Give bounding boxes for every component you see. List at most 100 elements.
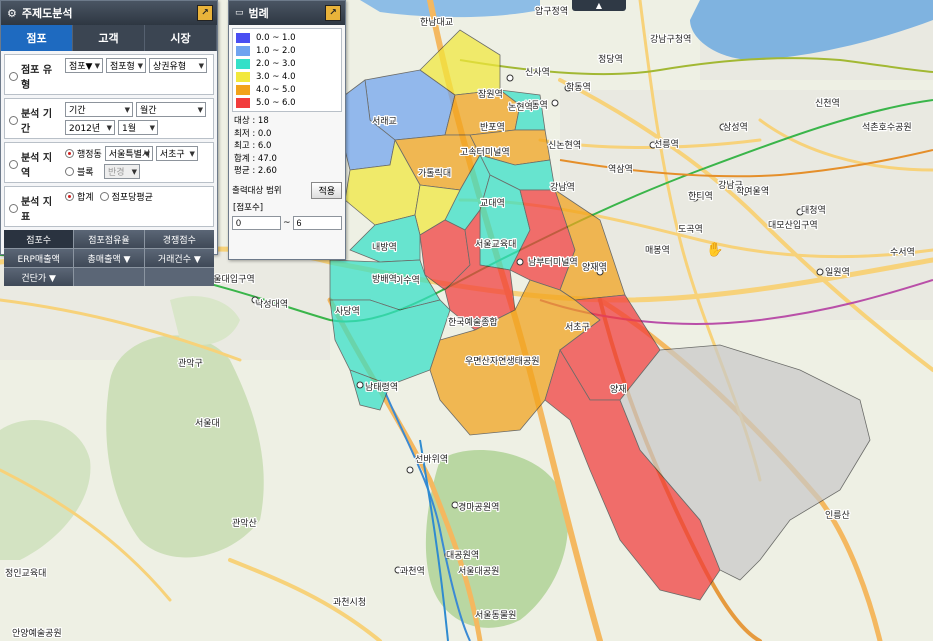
gear-icon: ⚙ (7, 6, 17, 20)
radio-admin-dong[interactable]: 행정동 (65, 146, 102, 161)
map-label: 가톨릭대 (418, 167, 451, 179)
radio-dot (99, 192, 109, 201)
map-label: 과천역 (400, 566, 425, 577)
map-label: 남부터미널역 (528, 257, 578, 268)
map-label: 교대역 (480, 198, 505, 209)
radio-sum[interactable]: 합계 (65, 190, 94, 203)
map-label: 고속터미널역 (460, 147, 510, 158)
map-label: 선바위역 (415, 454, 448, 465)
map-label: 강남구청역 (650, 34, 691, 45)
map-label: 선릉역 (654, 139, 679, 150)
metric-transactions-button[interactable]: 거래건수 ▼ (144, 249, 214, 267)
map-label: 대청역 (801, 205, 826, 216)
map-label: 한국예술종합 (448, 317, 498, 328)
radio-per-store-avg[interactable]: 점포당평균 (99, 190, 153, 203)
map-label: 논현역 (508, 102, 533, 113)
legend-items: 0.0 ~ 1.0 1.0 ~ 2.0 2.0 ~ 3.0 3.0 ~ 4.0 … (232, 28, 342, 112)
map-label: 학동역 (566, 82, 591, 93)
map-top-toggle[interactable]: ▲ (572, 0, 626, 11)
bullet-icon (9, 115, 18, 125)
metric-competitor-button[interactable]: 경쟁점수 (144, 230, 214, 248)
map-label: 우면산자연생태공원 (465, 356, 540, 367)
legend-swatch (236, 71, 250, 82)
radius-select: 반경 (104, 164, 140, 179)
month-select[interactable]: 1월 (118, 120, 158, 135)
range-label: 출력대상 범위 (232, 186, 282, 196)
radio-dot-selected (65, 192, 74, 201)
legend-item: 0.0 ~ 1.0 (236, 31, 338, 44)
map-label: 과천시청 (333, 597, 366, 608)
period-type-select[interactable]: 기간 (65, 102, 133, 117)
period-unit-select[interactable]: 월간 (136, 102, 206, 117)
area-section: 분석 지역 행정동 서울특별시 서초구 블록 반경 (4, 142, 214, 183)
store-type-section: 점포 유형 점포▼ 점포형 상권유형 (4, 54, 214, 95)
metric-total-sales-button[interactable]: 총매출액 ▼ (74, 249, 144, 267)
panel-tabs: 점포 고객 시장 (1, 25, 217, 51)
map-label: 도곡역 (678, 224, 703, 235)
map-label: 안양예술공원 (12, 628, 62, 639)
legend-range: 1.0 ~ 2.0 (256, 45, 296, 56)
hand-cursor-icon: ✋ (706, 242, 724, 258)
map-label: 석촌호수공원 (862, 122, 912, 133)
year-select[interactable]: 2012년 (65, 120, 115, 135)
panel-header: ⚙ 주제도분석 ↗ (1, 1, 217, 25)
pin-icon[interactable]: ↗ (197, 5, 213, 21)
legend-icon: ▭ (235, 8, 244, 18)
city-select[interactable]: 서울특별시 (104, 146, 153, 161)
metric-store-count-button[interactable]: 점포수 (4, 230, 74, 248)
legend-range: 2.0 ~ 3.0 (256, 58, 296, 69)
range-header: 출력대상 범위 적용 (232, 181, 342, 199)
map-label: 양재 (610, 384, 627, 395)
thematic-analysis-panel: ⚙ 주제도분석 ↗ 점포 고객 시장 점포 유형 점포▼ 점포형 상권유형 분석… (0, 0, 218, 286)
map-label: 삼성역 (723, 122, 748, 133)
map-label: 신천역 (815, 98, 840, 109)
radio-admin-dong-label: 행정동 (77, 150, 102, 160)
panel-title: 주제도분석 (21, 7, 73, 20)
legend-panel: ▭ 범례 ↗ 0.0 ~ 1.0 1.0 ~ 2.0 2.0 ~ 3.0 3.0… (228, 0, 346, 260)
metric-erp-sales-button[interactable]: ERP매출액 (4, 249, 74, 267)
legend-swatch (236, 97, 250, 108)
period-section: 분석 기간 기간 월간 2012년 1월 (4, 98, 214, 139)
range-min-input[interactable] (232, 215, 281, 230)
map-label: 반포역 (480, 122, 505, 133)
store-type-label: 점포 유형 (20, 65, 53, 91)
metric-label: 분석 지표 (20, 197, 53, 223)
bullet-icon (9, 159, 18, 169)
pin-icon[interactable]: ↗ (325, 5, 341, 21)
radio-block[interactable]: 블록 (65, 164, 101, 179)
radio-block-label: 블록 (77, 168, 94, 178)
metric-store-share-button[interactable]: 점포점유율 (74, 230, 144, 248)
map-label: 관악구 (178, 357, 203, 369)
radio-dot-selected (65, 149, 74, 158)
range-max-input[interactable] (292, 215, 342, 230)
map-label: 잠원역 (478, 89, 503, 100)
map-label: 서울교육대 (475, 239, 516, 250)
store-type-select-2[interactable]: 점포형 (106, 58, 146, 73)
metric-button-grid: 점포수 점포점유율 경쟁점수 ERP매출액 총매출액 ▼ 거래건수 ▼ 건단가 … (4, 230, 214, 286)
map-label: 정당역 (598, 54, 623, 65)
apply-button[interactable]: 적용 (311, 181, 342, 199)
district-select[interactable]: 서초구 (155, 146, 198, 161)
stat-count: 대상 : 18 (234, 116, 269, 126)
store-type-select-1[interactable]: 점포▼ (65, 58, 103, 73)
map-label: 방배역 (372, 274, 397, 285)
range-tilde: ~ (283, 217, 291, 228)
tab-store[interactable]: 점포 (1, 25, 73, 51)
map-label: 학여울역 (736, 185, 769, 197)
map-label: 양재역 (582, 262, 607, 273)
tab-customer[interactable]: 고객 (73, 25, 145, 51)
legend-item: 5.0 ~ 6.0 (236, 96, 338, 109)
bullet-icon (9, 203, 18, 213)
legend-header: ▭ 범례 ↗ (229, 1, 345, 25)
map-label: 낙성대역 (255, 299, 288, 310)
tab-market[interactable]: 시장 (145, 25, 217, 51)
trade-area-type-select[interactable]: 상권유형 (149, 58, 207, 73)
map-label: 인릉산 (825, 510, 850, 521)
map-label: 서울대 (195, 418, 220, 429)
stat-max: 최고 : 6.0 (234, 141, 272, 151)
map-label: 관악산 (232, 517, 257, 529)
metric-empty-cell (74, 268, 144, 286)
map-label: 서초구 (565, 322, 590, 333)
metric-unit-price-button[interactable]: 건단가 ▼ (4, 268, 74, 286)
legend-range: 0.0 ~ 1.0 (256, 32, 296, 43)
